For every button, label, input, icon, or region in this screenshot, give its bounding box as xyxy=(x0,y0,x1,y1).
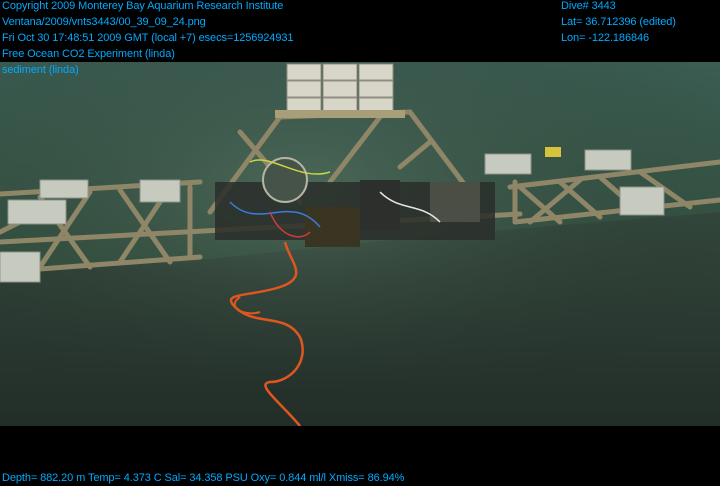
dive-number: Dive# 3443 xyxy=(561,0,616,12)
yellow-marker xyxy=(545,147,561,157)
header-copyright: Copyright 2009 Monterey Bay Aquarium Res… xyxy=(2,0,284,12)
video-frame: Copyright 2009 Monterey Bay Aquarium Res… xyxy=(0,0,720,486)
latitude: Lat= 36.712396 (edited) xyxy=(561,16,676,28)
header-experiment: Free Ocean CO2 Experiment (linda) xyxy=(2,48,175,60)
header-annotation: sediment (linda) xyxy=(2,64,79,76)
box-stack-platform xyxy=(275,110,405,118)
box-stack xyxy=(286,63,394,113)
longitude: Lon= -122.186846 xyxy=(561,32,650,44)
seafloor-scene xyxy=(0,62,720,426)
telemetry-readout: Depth= 882.20 m Temp= 4.373 C Sal= 34.35… xyxy=(2,472,405,484)
header-timestamp: Fri Oct 30 17:48:51 2009 GMT (local +7) … xyxy=(2,32,294,44)
header-filename: Ventana/2009/vnts3443/00_39_09_24.png xyxy=(2,16,206,28)
